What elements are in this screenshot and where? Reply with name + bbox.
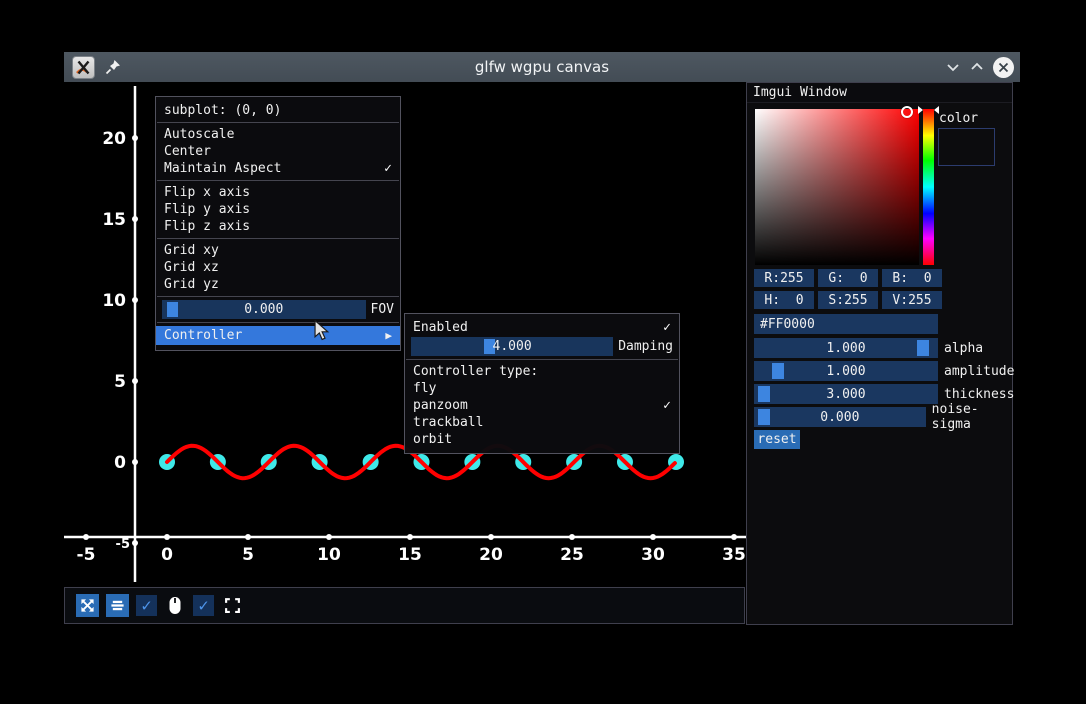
controller-type-header: Controller type: (405, 363, 679, 380)
slider-grab[interactable] (772, 363, 784, 379)
menu-item[interactable]: Flip x axis (156, 184, 400, 201)
alpha-slider[interactable]: 1.000alpha (754, 338, 983, 358)
slider-label: amplitude (944, 364, 1014, 379)
slider-grab[interactable] (758, 386, 770, 402)
hsv-field[interactable]: S:255 (818, 291, 878, 309)
hex-input[interactable]: #FF0000 (754, 314, 938, 334)
hsv-field[interactable]: V:255 (882, 291, 942, 309)
menu-item[interactable]: Flip y axis (156, 201, 400, 218)
color-swatch[interactable] (938, 128, 995, 166)
corner-brackets-icon[interactable] (221, 594, 243, 617)
rgb-row: R:255G: 0B: 0 (754, 269, 942, 287)
plot-toolbar: ✓ ✓ (64, 587, 745, 624)
menu-item[interactable]: Grid xy (156, 242, 400, 259)
rgb-field[interactable]: G: 0 (818, 269, 878, 287)
checkbox-checked[interactable]: ✓ (193, 595, 214, 616)
menu-item[interactable]: Flip z axis (156, 218, 400, 235)
svg-text:-5: -5 (77, 545, 96, 565)
menu-item-controller[interactable]: Controller ▶ (156, 326, 400, 345)
slider-label: alpha (944, 341, 983, 356)
svg-text:20: 20 (102, 129, 126, 149)
menu-item[interactable]: trackball (405, 414, 679, 431)
close-icon[interactable] (993, 57, 1014, 78)
menu-header: subplot: (0, 0) (156, 102, 400, 119)
rgb-field[interactable]: R:255 (754, 269, 814, 287)
checkbox-checked[interactable]: ✓ (136, 595, 157, 616)
rgb-field[interactable]: B: 0 (882, 269, 942, 287)
center-lines-icon[interactable] (106, 594, 129, 617)
slider-label: noise-sigma (932, 402, 1012, 432)
svg-text:0: 0 (161, 545, 173, 565)
thickness-slider[interactable]: 3.000thickness (754, 384, 1014, 404)
wgpu-canvas[interactable]: -5 0 5 10 15 20 25 30 35 20 15 10 5 0 -5 (64, 82, 1020, 692)
svg-text:-5: -5 (116, 537, 130, 552)
menu-separator (157, 122, 399, 123)
mouse-cursor-icon (314, 320, 330, 342)
subplot-context-menu: subplot: (0, 0) AutoscaleCenterMaintain … (155, 96, 401, 351)
x11-app-icon (72, 56, 95, 79)
hue-marker-left-icon (918, 106, 923, 114)
saturation-value-picker[interactable] (755, 109, 919, 265)
slider-grab (167, 302, 178, 317)
menu-separator (157, 238, 399, 239)
menu-separator (157, 180, 399, 181)
menu-item[interactable]: Autoscale (156, 126, 400, 143)
check-icon: ✓ (384, 160, 392, 177)
mouse-icon (164, 594, 186, 617)
imgui-window-title[interactable]: Imgui Window (747, 83, 1012, 103)
svg-text:5: 5 (114, 372, 126, 392)
svg-text:30: 30 (641, 545, 665, 565)
menu-separator (157, 322, 399, 323)
svg-text:15: 15 (102, 210, 126, 230)
svg-text:20: 20 (479, 545, 503, 565)
pin-icon[interactable] (105, 59, 121, 75)
menu-item[interactable]: panzoom✓ (405, 397, 679, 414)
amplitude-slider[interactable]: 1.000amplitude (754, 361, 1014, 381)
menu-item[interactable]: Center (156, 143, 400, 160)
menu-item[interactable]: orbit (405, 431, 679, 448)
menu-item[interactable]: Grid xz (156, 259, 400, 276)
menu-item[interactable]: Maintain Aspect✓ (156, 160, 400, 177)
damping-slider-label: Damping (618, 339, 673, 354)
window-titlebar[interactable]: glfw wgpu canvas (64, 52, 1020, 82)
svg-text:25: 25 (560, 545, 584, 565)
menu-item[interactable]: Grid yz (156, 276, 400, 293)
window-title: glfw wgpu canvas (64, 58, 1020, 76)
controller-submenu: Enabled ✓ 4.000 Damping Controller type:… (404, 313, 680, 454)
menu-item-enabled[interactable]: Enabled ✓ (405, 319, 679, 336)
minimize-chevron-down-icon[interactable] (945, 59, 961, 75)
menu-separator (406, 359, 678, 360)
svg-text:35: 35 (722, 545, 746, 565)
color-label: color (939, 111, 978, 126)
check-icon: ✓ (663, 397, 671, 414)
expand-arrows-icon[interactable] (76, 594, 99, 617)
maximize-chevron-up-icon[interactable] (969, 59, 985, 75)
slider-label: thickness (944, 387, 1014, 402)
hue-bar[interactable] (923, 109, 934, 265)
menu-separator (157, 296, 399, 297)
damping-slider[interactable]: 4.000 Damping (405, 337, 679, 356)
hsv-field[interactable]: H: 0 (754, 291, 814, 309)
slider-grab[interactable] (758, 409, 770, 425)
imgui-window: Imgui Window color R:255G: 0B: 0 H: 0S:2… (746, 82, 1013, 625)
svg-text:5: 5 (242, 545, 254, 565)
fov-slider-label: FOV (371, 302, 394, 317)
fov-slider[interactable]: 0.000 FOV (156, 300, 400, 319)
sv-picker-marker[interactable] (901, 106, 913, 118)
svg-text:10: 10 (317, 545, 341, 565)
desktop: glfw wgpu canvas (0, 0, 1086, 704)
svg-text:15: 15 (398, 545, 422, 565)
reset-button[interactable]: reset (754, 430, 800, 449)
noise-sigma-slider[interactable]: 0.000noise-sigma (754, 407, 1012, 427)
check-icon: ✓ (663, 319, 671, 336)
submenu-arrow-icon: ▶ (385, 326, 392, 345)
svg-text:10: 10 (102, 291, 126, 311)
menu-item[interactable]: fly (405, 380, 679, 397)
glfw-window: glfw wgpu canvas (64, 52, 1020, 692)
svg-text:0: 0 (114, 453, 126, 473)
slider-grab[interactable] (917, 340, 929, 356)
hsv-row: H: 0S:255V:255 (754, 291, 942, 309)
